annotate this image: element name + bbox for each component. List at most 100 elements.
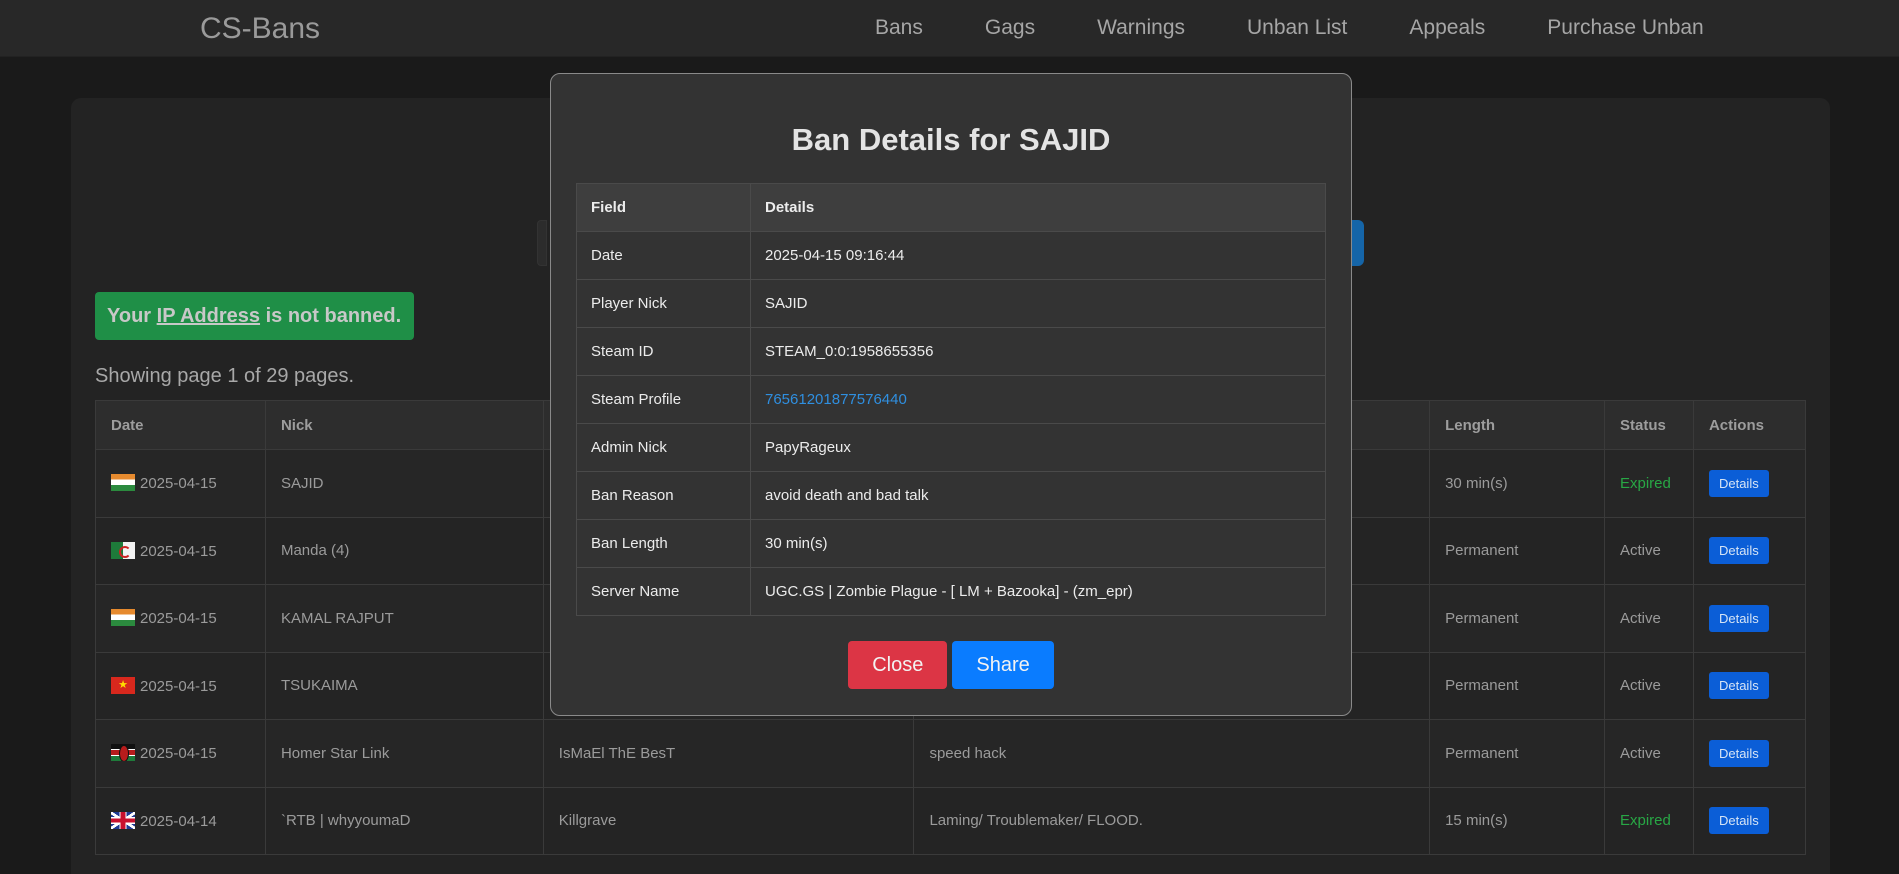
date-cell: 2025-04-15	[95, 449, 266, 518]
length-cell: Permanent	[1429, 719, 1605, 788]
nick-cell: KAMAL RAJPUT	[264, 584, 544, 653]
detail-row-admin-nick: Admin Nick PapyRageux	[576, 423, 1326, 472]
field-label: Steam Profile	[576, 375, 751, 424]
length-cell: 30 min(s)	[1429, 449, 1605, 518]
field-label: Ban Length	[576, 519, 751, 568]
date-text: 2025-04-15	[140, 610, 217, 628]
header-length[interactable]: Length	[1429, 400, 1605, 450]
date-text: 2025-04-14	[140, 812, 217, 830]
table-row: 2025-04-14 `RTB | whyyoumaD Killgrave La…	[95, 786, 1807, 855]
alert-prefix: Your	[107, 305, 152, 327]
field-value: 30 min(s)	[750, 519, 1326, 568]
detail-row-server-name: Server Name UGC.GS | Zombie Plague - [ L…	[576, 567, 1326, 616]
details-button[interactable]: Details	[1708, 469, 1769, 497]
admin-cell: IsMaEl ThE BesT	[542, 719, 915, 788]
header-field: Field	[576, 183, 751, 232]
modal-buttons: Close Share	[551, 641, 1351, 689]
nav-link-bans[interactable]: Bans	[875, 16, 923, 40]
field-value: UGC.GS | Zombie Plague - [ LM + Bazooka]…	[750, 567, 1326, 616]
algeria-flag-icon	[111, 541, 135, 559]
field-label: Admin Nick	[576, 423, 751, 472]
nav-link-warnings[interactable]: Warnings	[1097, 16, 1185, 40]
ip-status-alert: Your IP Address is not banned.	[95, 292, 414, 340]
nav-links: Bans Gags Warnings Unban List Appeals Pu…	[875, 16, 1766, 40]
nick-cell: Homer Star Link	[264, 719, 544, 788]
date-text: 2025-04-15	[140, 475, 217, 493]
brand-logo[interactable]: CS-Bans	[200, 12, 320, 46]
details-button[interactable]: Details	[1708, 739, 1769, 767]
nav-link-purchase-unban[interactable]: Purchase Unban	[1547, 16, 1703, 40]
nick-cell: SAJID	[264, 449, 544, 518]
modal-title: Ban Details for SAJID	[791, 122, 1111, 157]
field-label: Steam ID	[576, 327, 751, 376]
header-actions: Actions	[1692, 400, 1807, 450]
status-cell: Active	[1603, 719, 1694, 788]
details-header-row: Field Details	[576, 183, 1326, 232]
date-cell: 2025-04-15	[95, 584, 266, 653]
field-label: Server Name	[576, 567, 751, 616]
page-info: Showing page 1 of 29 pages.	[95, 365, 355, 387]
status-cell: Expired	[1603, 449, 1694, 518]
details-button[interactable]: Details	[1708, 537, 1769, 565]
status-cell: Expired	[1603, 786, 1694, 855]
detail-row-date: Date 2025-04-15 09:16:44	[576, 231, 1326, 280]
header-date[interactable]: Date	[95, 400, 266, 450]
detail-row-ban-reason: Ban Reason avoid death and bad talk	[576, 471, 1326, 520]
field-label: Date	[576, 231, 751, 280]
actions-cell: Details	[1692, 449, 1807, 518]
steam-profile-link[interactable]: 76561201877576440	[765, 391, 907, 408]
ban-details-table: Field Details Date 2025-04-15 09:16:44 P…	[576, 183, 1326, 616]
detail-row-steam-profile: Steam Profile 76561201877576440	[576, 375, 1326, 424]
field-value: avoid death and bad talk	[750, 471, 1326, 520]
date-text: 2025-04-15	[140, 745, 217, 763]
actions-cell: Details	[1692, 584, 1807, 653]
header-status[interactable]: Status	[1603, 400, 1694, 450]
status-cell: Active	[1603, 651, 1694, 720]
field-value: PapyRageux	[750, 423, 1326, 472]
actions-cell: Details	[1692, 719, 1807, 788]
field-value: 2025-04-15 09:16:44	[750, 231, 1326, 280]
details-button[interactable]: Details	[1708, 672, 1769, 700]
detail-row-steam-id: Steam ID STEAM_0:0:1958655356	[576, 327, 1326, 376]
details-button[interactable]: Details	[1708, 807, 1769, 835]
field-value: STEAM_0:0:1958655356	[750, 327, 1326, 376]
detail-row-ban-length: Ban Length 30 min(s)	[576, 519, 1326, 568]
length-cell: 15 min(s)	[1429, 786, 1605, 855]
nav-link-appeals[interactable]: Appeals	[1409, 16, 1485, 40]
kenya-flag-icon	[111, 744, 135, 762]
actions-cell: Details	[1692, 651, 1807, 720]
close-button[interactable]: Close	[848, 641, 948, 689]
field-label: Player Nick	[576, 279, 751, 328]
ban-details-modal: Ban Details for SAJID Field Details Date…	[550, 73, 1352, 716]
nick-cell: TSUKAIMA	[264, 651, 544, 720]
header-nick[interactable]: Nick	[264, 400, 544, 450]
admin-cell: Killgrave	[542, 786, 915, 855]
date-cell: 2025-04-14	[95, 786, 266, 855]
date-text: 2025-04-15	[140, 542, 217, 560]
actions-cell: Details	[1692, 516, 1807, 585]
status-cell: Active	[1603, 584, 1694, 653]
header-details: Details	[750, 183, 1326, 232]
vietnam-flag-icon: ★	[111, 676, 135, 694]
status-cell: Active	[1603, 516, 1694, 585]
length-cell: Permanent	[1429, 516, 1605, 585]
length-cell: Permanent	[1429, 584, 1605, 653]
reason-cell: Laming/ Troublemaker/ FLOOD.	[913, 786, 1431, 855]
date-cell: ★ 2025-04-15	[95, 651, 266, 720]
nav-link-unban-list[interactable]: Unban List	[1247, 16, 1347, 40]
nick-cell: `RTB | whyyoumaD	[264, 786, 544, 855]
details-button[interactable]: Details	[1708, 604, 1769, 632]
ip-address-link[interactable]: IP Address	[157, 305, 260, 327]
table-row: 2025-04-15 Homer Star Link IsMaEl ThE Be…	[95, 719, 1807, 788]
detail-row-player-nick: Player Nick SAJID	[576, 279, 1326, 328]
nav-link-gags[interactable]: Gags	[985, 16, 1035, 40]
search-input[interactable]	[537, 220, 547, 266]
nick-cell: Manda (4)	[264, 516, 544, 585]
field-value: SAJID	[750, 279, 1326, 328]
top-navbar: CS-Bans Bans Gags Warnings Unban List Ap…	[0, 0, 1899, 57]
date-cell: 2025-04-15	[95, 719, 266, 788]
date-cell: 2025-04-15	[95, 516, 266, 585]
date-text: 2025-04-15	[140, 677, 217, 695]
share-button[interactable]: Share	[952, 641, 1054, 689]
length-cell: Permanent	[1429, 651, 1605, 720]
